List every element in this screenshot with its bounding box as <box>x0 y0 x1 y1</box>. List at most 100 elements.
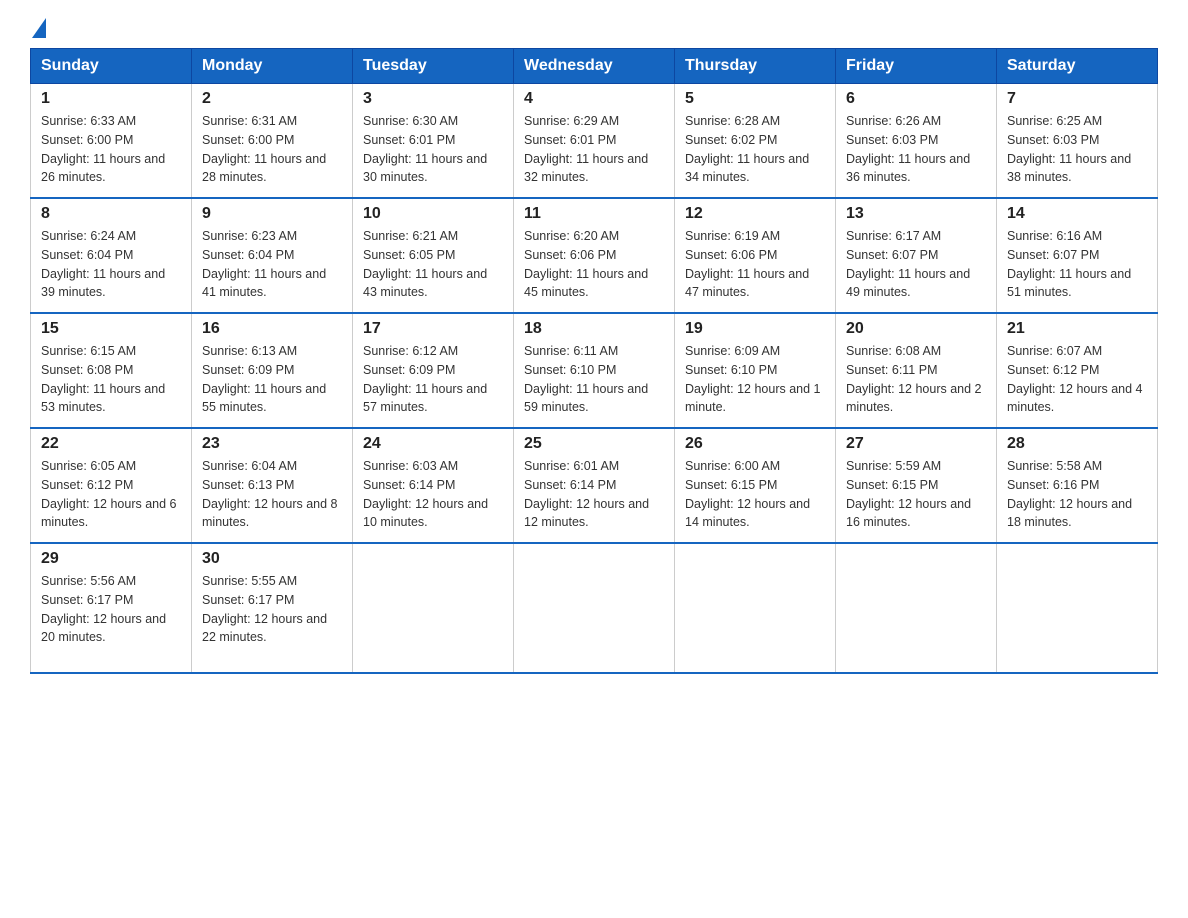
day-cell: 10 Sunrise: 6:21 AMSunset: 6:05 PMDayligh… <box>353 198 514 313</box>
day-info: Sunrise: 6:09 AMSunset: 6:10 PMDaylight:… <box>685 342 825 417</box>
day-info: Sunrise: 6:17 AMSunset: 6:07 PMDaylight:… <box>846 227 986 302</box>
day-number: 30 <box>202 550 342 568</box>
day-number: 19 <box>685 320 825 338</box>
day-cell <box>836 543 997 673</box>
day-number: 22 <box>41 435 181 453</box>
day-info: Sunrise: 5:56 AMSunset: 6:17 PMDaylight:… <box>41 572 181 647</box>
day-info: Sunrise: 6:23 AMSunset: 6:04 PMDaylight:… <box>202 227 342 302</box>
day-info: Sunrise: 6:15 AMSunset: 6:08 PMDaylight:… <box>41 342 181 417</box>
day-cell: 23 Sunrise: 6:04 AMSunset: 6:13 PMDayligh… <box>192 428 353 543</box>
day-info: Sunrise: 6:00 AMSunset: 6:15 PMDaylight:… <box>685 457 825 532</box>
day-cell: 18 Sunrise: 6:11 AMSunset: 6:10 PMDayligh… <box>514 313 675 428</box>
day-info: Sunrise: 6:16 AMSunset: 6:07 PMDaylight:… <box>1007 227 1147 302</box>
day-cell: 8 Sunrise: 6:24 AMSunset: 6:04 PMDaylight… <box>31 198 192 313</box>
day-number: 5 <box>685 90 825 108</box>
day-number: 27 <box>846 435 986 453</box>
week-row-1: 1 Sunrise: 6:33 AMSunset: 6:00 PMDaylight… <box>31 84 1158 199</box>
day-cell: 12Sunrise: 6:19 AMSunset: 6:06 PMDayligh… <box>675 198 836 313</box>
day-info: Sunrise: 6:33 AMSunset: 6:00 PMDaylight:… <box>41 112 181 187</box>
day-cell: 14 Sunrise: 6:16 AMSunset: 6:07 PMDayligh… <box>997 198 1158 313</box>
calendar-container: SundayMondayTuesdayWednesdayThursdayFrid… <box>0 48 1188 704</box>
weekday-header-monday: Monday <box>192 49 353 84</box>
weekday-header-saturday: Saturday <box>997 49 1158 84</box>
day-number: 10 <box>363 205 503 223</box>
day-cell: 20 Sunrise: 6:08 AMSunset: 6:11 PMDayligh… <box>836 313 997 428</box>
day-number: 7 <box>1007 90 1147 108</box>
day-number: 14 <box>1007 205 1147 223</box>
calendar-table: SundayMondayTuesdayWednesdayThursdayFrid… <box>30 48 1158 674</box>
day-cell: 17 Sunrise: 6:12 AMSunset: 6:09 PMDayligh… <box>353 313 514 428</box>
day-number: 18 <box>524 320 664 338</box>
day-number: 8 <box>41 205 181 223</box>
day-cell: 27 Sunrise: 5:59 AMSunset: 6:15 PMDayligh… <box>836 428 997 543</box>
day-cell: 29 Sunrise: 5:56 AMSunset: 6:17 PMDayligh… <box>31 543 192 673</box>
day-number: 13 <box>846 205 986 223</box>
day-cell: 3 Sunrise: 6:30 AMSunset: 6:01 PMDaylight… <box>353 84 514 199</box>
page-header <box>0 0 1188 48</box>
day-info: Sunrise: 5:55 AMSunset: 6:17 PMDaylight:… <box>202 572 342 647</box>
day-cell: 4 Sunrise: 6:29 AMSunset: 6:01 PMDaylight… <box>514 84 675 199</box>
day-info: Sunrise: 6:08 AMSunset: 6:11 PMDaylight:… <box>846 342 986 417</box>
day-number: 17 <box>363 320 503 338</box>
day-cell: 6 Sunrise: 6:26 AMSunset: 6:03 PMDaylight… <box>836 84 997 199</box>
week-row-4: 22 Sunrise: 6:05 AMSunset: 6:12 PMDayligh… <box>31 428 1158 543</box>
week-row-3: 15Sunrise: 6:15 AMSunset: 6:08 PMDayligh… <box>31 313 1158 428</box>
day-cell: 1 Sunrise: 6:33 AMSunset: 6:00 PMDaylight… <box>31 84 192 199</box>
day-cell <box>514 543 675 673</box>
day-number: 11 <box>524 205 664 223</box>
day-number: 16 <box>202 320 342 338</box>
day-number: 2 <box>202 90 342 108</box>
weekday-header-thursday: Thursday <box>675 49 836 84</box>
day-info: Sunrise: 5:58 AMSunset: 6:16 PMDaylight:… <box>1007 457 1147 532</box>
day-number: 4 <box>524 90 664 108</box>
day-info: Sunrise: 6:21 AMSunset: 6:05 PMDaylight:… <box>363 227 503 302</box>
logo-general-text <box>30 18 46 38</box>
day-info: Sunrise: 6:25 AMSunset: 6:03 PMDaylight:… <box>1007 112 1147 187</box>
day-cell: 7 Sunrise: 6:25 AMSunset: 6:03 PMDaylight… <box>997 84 1158 199</box>
day-info: Sunrise: 6:03 AMSunset: 6:14 PMDaylight:… <box>363 457 503 532</box>
day-cell <box>353 543 514 673</box>
day-info: Sunrise: 6:04 AMSunset: 6:13 PMDaylight:… <box>202 457 342 532</box>
day-cell: 19 Sunrise: 6:09 AMSunset: 6:10 PMDayligh… <box>675 313 836 428</box>
day-number: 20 <box>846 320 986 338</box>
day-info: Sunrise: 6:31 AMSunset: 6:00 PMDaylight:… <box>202 112 342 187</box>
weekday-header-tuesday: Tuesday <box>353 49 514 84</box>
day-info: Sunrise: 6:01 AMSunset: 6:14 PMDaylight:… <box>524 457 664 532</box>
day-number: 21 <box>1007 320 1147 338</box>
day-info: Sunrise: 6:05 AMSunset: 6:12 PMDaylight:… <box>41 457 181 532</box>
day-info: Sunrise: 6:11 AMSunset: 6:10 PMDaylight:… <box>524 342 664 417</box>
day-info: Sunrise: 6:12 AMSunset: 6:09 PMDaylight:… <box>363 342 503 417</box>
day-cell: 28 Sunrise: 5:58 AMSunset: 6:16 PMDayligh… <box>997 428 1158 543</box>
day-number: 25 <box>524 435 664 453</box>
day-number: 23 <box>202 435 342 453</box>
day-number: 26 <box>685 435 825 453</box>
day-info: Sunrise: 5:59 AMSunset: 6:15 PMDaylight:… <box>846 457 986 532</box>
weekday-header-wednesday: Wednesday <box>514 49 675 84</box>
day-number: 1 <box>41 90 181 108</box>
day-info: Sunrise: 6:13 AMSunset: 6:09 PMDaylight:… <box>202 342 342 417</box>
day-number: 28 <box>1007 435 1147 453</box>
day-cell: 2 Sunrise: 6:31 AMSunset: 6:00 PMDaylight… <box>192 84 353 199</box>
day-cell <box>997 543 1158 673</box>
day-info: Sunrise: 6:30 AMSunset: 6:01 PMDaylight:… <box>363 112 503 187</box>
day-info: Sunrise: 6:28 AMSunset: 6:02 PMDaylight:… <box>685 112 825 187</box>
day-number: 24 <box>363 435 503 453</box>
day-cell: 15Sunrise: 6:15 AMSunset: 6:08 PMDayligh… <box>31 313 192 428</box>
day-info: Sunrise: 6:19 AMSunset: 6:06 PMDaylight:… <box>685 227 825 302</box>
day-number: 6 <box>846 90 986 108</box>
day-info: Sunrise: 6:29 AMSunset: 6:01 PMDaylight:… <box>524 112 664 187</box>
day-cell: 24 Sunrise: 6:03 AMSunset: 6:14 PMDayligh… <box>353 428 514 543</box>
day-info: Sunrise: 6:26 AMSunset: 6:03 PMDaylight:… <box>846 112 986 187</box>
day-number: 29 <box>41 550 181 568</box>
day-info: Sunrise: 6:20 AMSunset: 6:06 PMDaylight:… <box>524 227 664 302</box>
day-cell <box>675 543 836 673</box>
day-cell: 16 Sunrise: 6:13 AMSunset: 6:09 PMDayligh… <box>192 313 353 428</box>
day-cell: 22 Sunrise: 6:05 AMSunset: 6:12 PMDayligh… <box>31 428 192 543</box>
day-cell: 9Sunrise: 6:23 AMSunset: 6:04 PMDaylight… <box>192 198 353 313</box>
week-row-2: 8 Sunrise: 6:24 AMSunset: 6:04 PMDaylight… <box>31 198 1158 313</box>
day-info: Sunrise: 6:24 AMSunset: 6:04 PMDaylight:… <box>41 227 181 302</box>
week-row-5: 29 Sunrise: 5:56 AMSunset: 6:17 PMDayligh… <box>31 543 1158 673</box>
weekday-header-friday: Friday <box>836 49 997 84</box>
day-cell: 13 Sunrise: 6:17 AMSunset: 6:07 PMDayligh… <box>836 198 997 313</box>
day-number: 3 <box>363 90 503 108</box>
